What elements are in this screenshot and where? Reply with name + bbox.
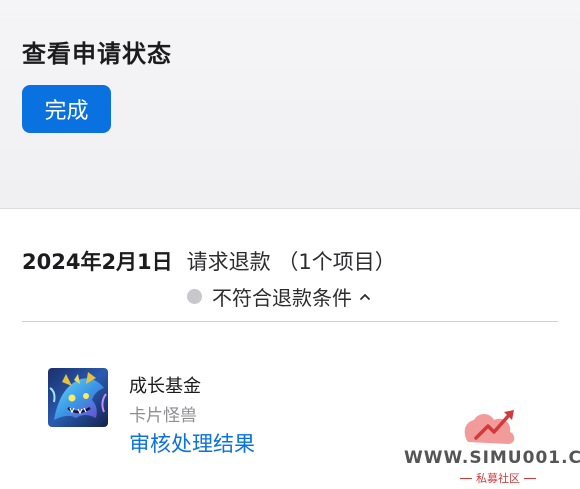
page-title: 查看申请状态 [22, 40, 172, 68]
watermark-logo-icon [464, 410, 515, 444]
divider [22, 321, 558, 322]
watermark-subtitle-text: 私募社区 [476, 472, 520, 485]
refund-status: 不符合退款条件 [212, 286, 352, 310]
refund-status-toggle[interactable]: 不符合退款条件 [187, 282, 372, 311]
header-panel: 查看申请状态 完成 [0, 0, 580, 209]
order-description: 请求退款 （1个项目） [186, 250, 396, 274]
chevron-up-icon [360, 293, 370, 300]
order-summary: 2024年2月1日 请求退款 （1个项目） [22, 246, 396, 276]
review-result-link[interactable]: 审核处理结果 [129, 428, 255, 458]
watermark: WWW.SIMU001.CN 私募社区 [400, 404, 580, 489]
dragon-game-icon [48, 368, 108, 427]
watermark-subtitle: 私募社区 [456, 470, 540, 486]
done-button[interactable]: 完成 [22, 85, 111, 133]
item-developer: 卡片怪兽 [129, 406, 197, 426]
status-dot-icon [187, 289, 202, 304]
order-date: 2024年2月1日 [22, 250, 173, 274]
item-name: 成长基金 [129, 376, 201, 397]
watermark-url: WWW.SIMU001.CN [404, 448, 580, 468]
